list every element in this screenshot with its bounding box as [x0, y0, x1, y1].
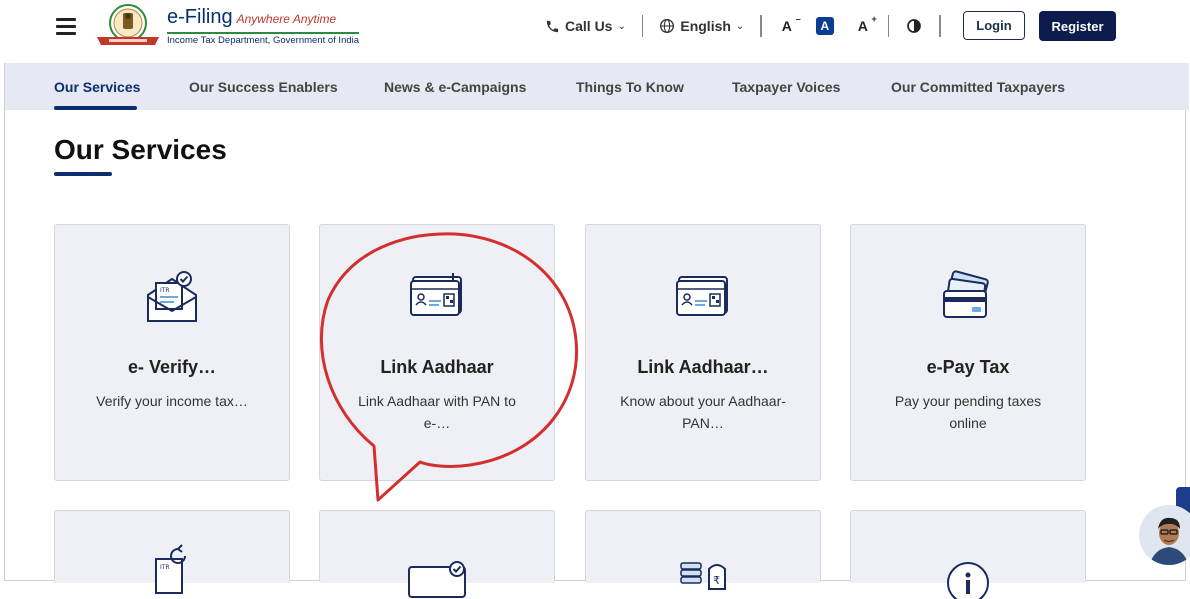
card-title: Link Aadhaar: [380, 357, 494, 377]
tab-news-campaigns[interactable]: News & e-Campaigns: [384, 79, 526, 95]
chevron-down-icon: ⌄: [617, 20, 626, 32]
title-underline: [54, 172, 112, 176]
divider: [887, 15, 890, 37]
card-title: e- Verify…: [127, 357, 217, 377]
font-decrease-button[interactable]: A –: [778, 14, 801, 35]
aadhaar-card-icon: [676, 276, 728, 316]
card-title: Link Aadhaar…: [637, 357, 769, 377]
tab-our-services[interactable]: Our Services: [54, 79, 140, 95]
chevron-down-icon: ⌄: [735, 20, 745, 32]
card-description: Link Aadhaar with PAN to e-…: [358, 393, 516, 431]
svg-text:₹: ₹: [713, 574, 720, 587]
language-dropdown[interactable]: English ⌄: [659, 18, 744, 34]
header-tools: Call Us ⌄ English ⌄ A – A A +: [545, 14, 957, 38]
card-description: Pay your pending taxes online: [894, 393, 1042, 431]
tab-taxpayer-voices[interactable]: Taxpayer Voices: [732, 79, 840, 95]
card-e-pay-tax[interactable]: e-Pay Tax Pay your pending taxes online: [850, 224, 1086, 481]
page-title: Our Services: [54, 134, 227, 165]
font-increase-button[interactable]: A +: [854, 14, 877, 35]
credit-card-icon: [943, 270, 989, 318]
card-row2-4[interactable]: [850, 510, 1086, 599]
emblem-logo-icon: [97, 4, 159, 45]
itr-refresh-icon: ITR: [155, 544, 186, 594]
chatbot-avatar-icon[interactable]: [1139, 505, 1190, 565]
tab-things-to-know[interactable]: Things To Know: [576, 79, 684, 95]
site-header: e-Filing Anywhere Anytime Income Tax Depa…: [0, 0, 1190, 63]
active-tab-indicator: [54, 106, 137, 110]
card-row2-2[interactable]: [319, 510, 555, 598]
globe-icon: [660, 19, 675, 33]
divider: [760, 15, 762, 37]
logo-subtitle: Income Tax Department, Government of Ind…: [167, 32, 360, 46]
info-icon: [947, 562, 989, 599]
svg-text:ITR: ITR: [160, 564, 170, 571]
menu-icon[interactable]: [56, 18, 76, 35]
language-label: English: [680, 18, 731, 34]
card-description: Verify your income tax…: [96, 393, 248, 409]
card-title: e-Pay Tax: [926, 357, 1010, 377]
card-row2-1[interactable]: ITR: [54, 510, 290, 594]
card-description: Know about your Aadhaar-PAN…: [620, 393, 786, 431]
call-us-dropdown[interactable]: Call Us ⌄: [545, 18, 626, 34]
logo-title[interactable]: e-Filing Anywhere Anytime: [167, 6, 336, 29]
card-link-aadhaar[interactable]: Link Aadhaar Link Aadhaar with PAN to e-…: [319, 224, 555, 481]
rupee-coins-icon: ₹: [680, 562, 726, 590]
divider: [939, 15, 941, 37]
card-e-verify[interactable]: ITR e- Verify… Verify your income tax…: [54, 224, 290, 481]
itr-envelope-icon: ITR: [147, 271, 197, 322]
divider: [641, 15, 644, 37]
tab-committed-taxpayers[interactable]: Our Committed Taxpayers: [891, 79, 1065, 95]
contrast-toggle-icon[interactable]: [905, 17, 923, 35]
logo-tagline: Anywhere Anytime: [236, 12, 337, 26]
login-button[interactable]: Login: [963, 11, 1025, 40]
aadhaar-card-icon: [410, 273, 462, 316]
phone-icon: [546, 20, 559, 32]
card-row2-3[interactable]: ₹: [585, 510, 821, 590]
call-us-label: Call Us: [565, 18, 613, 34]
verified-card-icon: [408, 561, 466, 598]
tab-success-enablers[interactable]: Our Success Enablers: [189, 79, 338, 95]
card-link-aadhaar-status[interactable]: Link Aadhaar… Know about your Aadhaar-PA…: [585, 224, 821, 481]
register-button[interactable]: Register: [1039, 11, 1116, 41]
svg-text:ITR: ITR: [160, 287, 170, 294]
font-default-button[interactable]: A: [815, 17, 834, 35]
